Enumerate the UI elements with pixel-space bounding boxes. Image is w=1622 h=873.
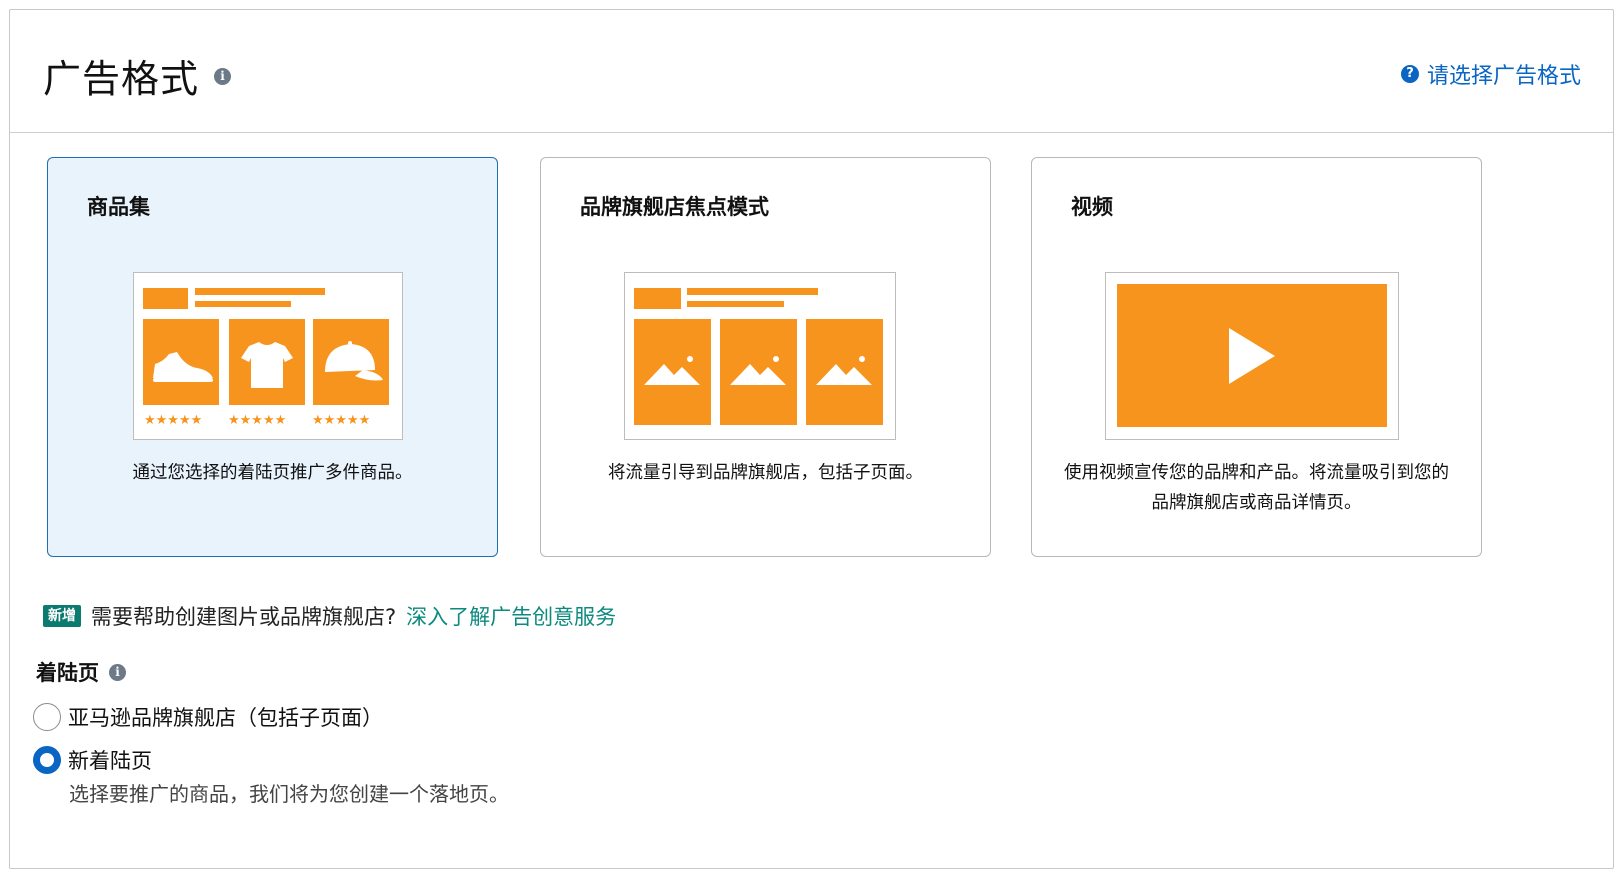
radio-brand-store[interactable]: 亚马逊品牌旗舰店（包括子页面） [33,702,383,732]
panel-header: 广告格式 i ? 请选择广告格式 [10,10,1613,133]
card-store-spotlight[interactable]: 品牌旗舰店焦点模式 将流量引导到品牌旗舰店，包括子页面。 [540,157,991,557]
card-title: 商品集 [87,195,150,219]
svg-text:★★★★★: ★★★★★ [312,413,370,428]
radio-button[interactable] [33,703,61,731]
page-title: 广告格式 [43,57,200,101]
radio-new-landing-page[interactable]: 新着陆页 [33,745,152,775]
star-rating-icons: ★★★★★ ★★★★★ ★★★★★ [144,413,370,428]
image-placeholder-icon [634,319,711,425]
help-circle-icon: ? [1400,65,1419,83]
image-placeholder-icon [806,319,883,425]
help-link[interactable]: ? 请选择广告格式 [1400,58,1581,90]
image-placeholder-icon [720,319,797,425]
radio-label: 亚马逊品牌旗舰店（包括子页面） [68,706,383,730]
radio-button-checked[interactable] [33,746,61,774]
radio-label: 新着陆页 [68,749,152,773]
card-description: 通过您选择的着陆页推广多件商品。 [132,463,413,483]
video-illustration [1105,272,1399,440]
card-description: 使用视频宣传您的品牌和产品。将流量吸引到您的品牌旗舰店或商品详情页。 [1064,463,1449,513]
new-badge: 新增 [43,605,81,627]
promo-text: 需要帮助创建图片或品牌旗舰店? [91,605,397,629]
section-title-label: 着陆页 [36,661,99,685]
help-link-label: 请选择广告格式 [1426,64,1581,89]
card-title: 视频 [1071,195,1113,219]
info-icon[interactable]: i [214,68,231,85]
svg-text:★★★★★: ★★★★★ [144,413,202,428]
store-spotlight-illustration [624,272,896,440]
creative-services-promo: 新增 需要帮助创建图片或品牌旗舰店? 深入了解广告创意服务 [43,601,616,631]
radio-sublabel: 选择要推广的商品，我们将为您创建一个落地页。 [69,782,509,806]
landing-page-section-title: 着陆页 i [36,657,126,687]
creative-services-link[interactable]: 深入了解广告创意服务 [406,601,616,631]
card-description: 将流量引导到品牌旗舰店，包括子页面。 [608,463,923,483]
card-video[interactable]: 视频 使用视频宣传您的品牌和产品。将流量吸引到您的品牌旗舰店或商品详情页。 [1031,157,1482,557]
svg-text:★★★★★: ★★★★★ [228,413,286,428]
card-product-collection[interactable]: 商品集 ★★★★★ ★★★★★ ★★★★★ 通过您选择的着陆页推广多件商品。 [47,157,498,557]
info-icon[interactable]: i [109,663,126,681]
product-collection-illustration: ★★★★★ ★★★★★ ★★★★★ [133,272,403,440]
card-title: 品牌旗舰店焦点模式 [580,195,769,219]
